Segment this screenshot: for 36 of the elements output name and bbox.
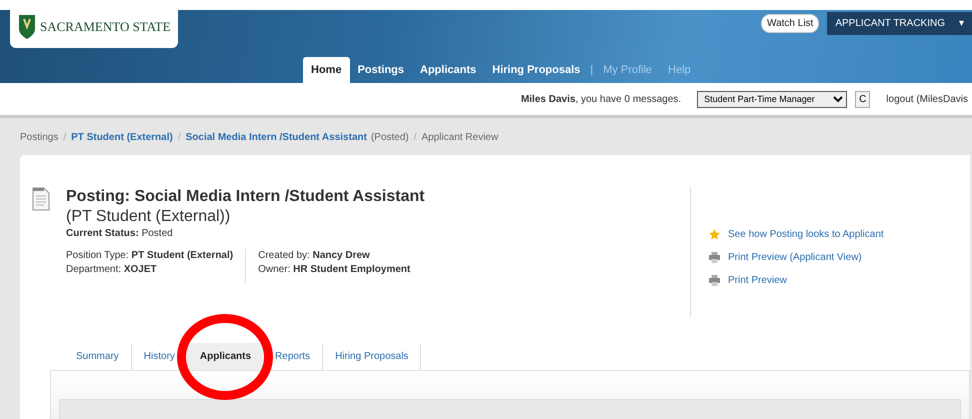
action-link[interactable]: Print Preview (Applicant View) [728, 250, 862, 265]
posting-title: Posting: Social Media Intern /Student Assistant (PT Student (External)) [66, 187, 426, 227]
printer-icon [709, 252, 720, 263]
action-link[interactable]: Print Preview [728, 273, 787, 288]
logout-link[interactable]: logout (MilesDavis [886, 92, 968, 106]
nav-tab[interactable]: Postings [350, 56, 412, 83]
watch-list-button[interactable]: Watch List [761, 14, 820, 33]
breadcrumb-separator: / [62, 131, 68, 145]
breadcrumb-text: Applicant Review [422, 131, 498, 145]
breadcrumb-link[interactable]: PT Student (External) [71, 130, 173, 145]
detail-text: Position Type: PT Student (External) [66, 249, 234, 263]
breadcrumb-link[interactable]: Social Media Intern /Student Assistant [186, 130, 367, 145]
nav-tab[interactable]: Home [303, 56, 350, 83]
posting-tab[interactable]: Applicants [188, 343, 264, 370]
module-menu[interactable]: APPLICANT TRACKING ▾ [827, 12, 972, 35]
role-select[interactable]: Student Part-Time Manager [697, 90, 848, 108]
refresh-button[interactable]: C [855, 90, 870, 108]
breadcrumb-text: Postings [20, 131, 58, 145]
star-icon [709, 228, 720, 240]
detail-text: Created by: Nancy Drew [258, 249, 371, 263]
printer-icon [709, 275, 720, 286]
logo-text: SACRAMENTO STATE [40, 20, 171, 34]
nav-tab[interactable]: Hiring Proposals [484, 56, 588, 83]
breadcrumb-separator: / [412, 131, 418, 145]
breadcrumb-separator: / [176, 131, 182, 145]
document-icon [32, 187, 50, 211]
detail-text: Department: XOJET [66, 263, 158, 277]
breadcrumb-status: (Posted) [370, 131, 409, 145]
posting-status: Current Status: Posted [66, 227, 174, 241]
action-link[interactable]: See how Posting looks to Applicant [728, 227, 884, 242]
nav-separator: | [589, 62, 594, 78]
shield-icon [18, 14, 36, 40]
detail-text: Owner: HR Student Employment [258, 263, 410, 277]
caret-icon: ▾ [959, 16, 964, 31]
nav-tab[interactable]: Applicants [412, 56, 484, 83]
user-message: Miles Davis, you have 0 messages. [520, 92, 682, 106]
